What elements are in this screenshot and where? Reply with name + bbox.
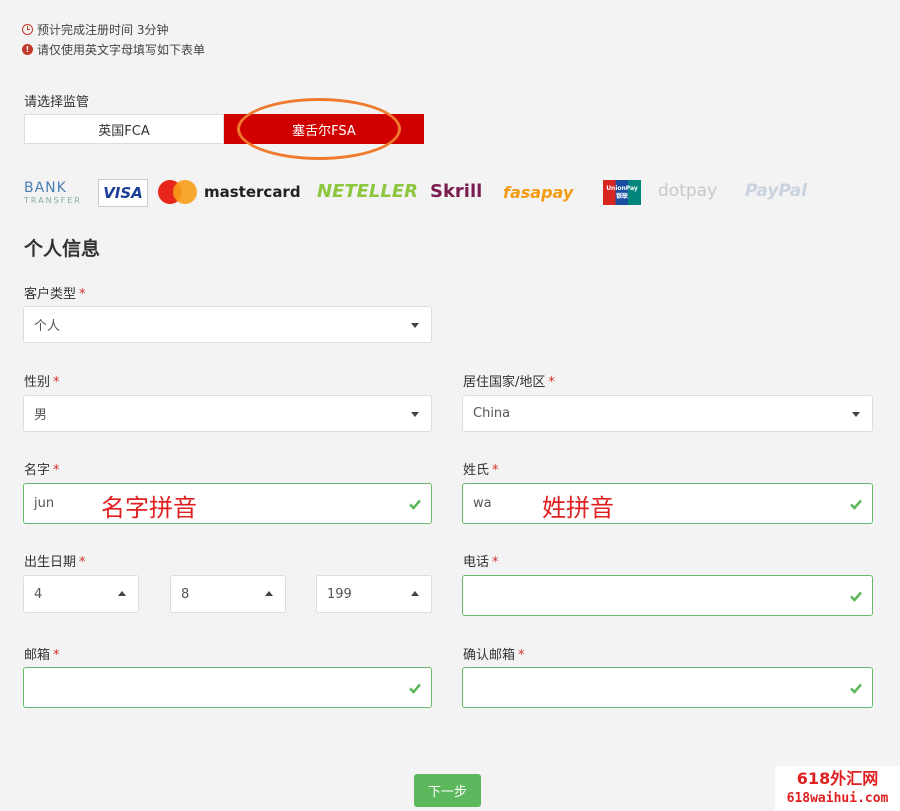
clock-icon (22, 24, 33, 35)
confirm-email-input[interactable] (462, 667, 873, 708)
visa-logo: VISA (98, 179, 148, 207)
last-name-label: 姓氏 * (463, 463, 499, 478)
site-watermark: 618外汇网 618waihui.com (775, 766, 900, 811)
english-notice-text: 请仅使用英文字母填写如下表单 (37, 43, 206, 57)
mastercard-circles-icon (156, 179, 200, 205)
check-icon (850, 591, 862, 602)
dob-day-select[interactable]: 4 (23, 575, 139, 613)
regulator-fca-button[interactable]: 英国FCA (24, 114, 224, 144)
check-icon (850, 499, 862, 510)
email-input[interactable] (23, 667, 432, 708)
bank-transfer-logo: BANK TRANSFER (24, 180, 82, 205)
watermark-line1: 618外汇网 (796, 769, 879, 788)
last-name-input[interactable]: wa (462, 483, 873, 524)
check-icon (409, 683, 421, 694)
mastercard-logo: mastercard (204, 183, 301, 201)
phone-label: 电话 * (463, 555, 499, 570)
dotpay-logo: dotpay (658, 181, 718, 201)
last-name-annotation: 姓拼音 (542, 494, 614, 522)
fasapay-logo: fasapay (503, 183, 574, 202)
section-title: 个人信息 (24, 238, 101, 260)
caret-down-icon (411, 411, 419, 417)
paypal-logo: PayPal (745, 181, 808, 201)
caret-up-icon (265, 591, 273, 596)
skrill-logo: Skrill (430, 181, 483, 202)
regulator-label: 请选择监管 (24, 95, 90, 110)
first-name-annotation: 名字拼音 (101, 494, 197, 522)
next-step-button[interactable]: 下一步 (414, 774, 481, 807)
caret-down-icon (852, 411, 860, 417)
gender-label: 性别 * (24, 375, 60, 390)
client-type-label: 客户类型 * (24, 287, 86, 302)
neteller-logo: NETELLER (317, 181, 419, 202)
check-icon (409, 499, 421, 510)
caret-up-icon (411, 591, 419, 596)
dob-year-select[interactable]: 199 (316, 575, 432, 613)
caret-down-icon (411, 322, 419, 328)
time-notice: 预计完成注册时间 3分钟 (22, 21, 168, 38)
alert-icon: ! (22, 44, 33, 55)
time-notice-text: 预计完成注册时间 3分钟 (37, 23, 169, 37)
country-select[interactable]: China (462, 395, 873, 432)
watermark-line2: 618waihui.com (786, 791, 889, 806)
unionpay-logo: UnionPay 银联 (603, 180, 641, 205)
dob-label: 出生日期 * (24, 555, 86, 570)
check-icon (850, 683, 862, 694)
country-label: 居住国家/地区 * (463, 375, 555, 390)
email-label: 邮箱 * (24, 648, 60, 663)
phone-input[interactable] (462, 575, 873, 616)
caret-up-icon (118, 591, 126, 596)
regulator-fsa-button[interactable]: 塞舌尔FSA (224, 114, 424, 144)
confirm-email-label: 确认邮箱 * (463, 648, 525, 663)
gender-select[interactable]: 男 (23, 395, 432, 432)
english-notice: ! 请仅使用英文字母填写如下表单 (22, 41, 205, 58)
client-type-select[interactable]: 个人 (23, 306, 432, 343)
first-name-input[interactable]: jun (23, 483, 432, 524)
first-name-label: 名字 * (24, 463, 60, 478)
dob-month-select[interactable]: 8 (170, 575, 286, 613)
